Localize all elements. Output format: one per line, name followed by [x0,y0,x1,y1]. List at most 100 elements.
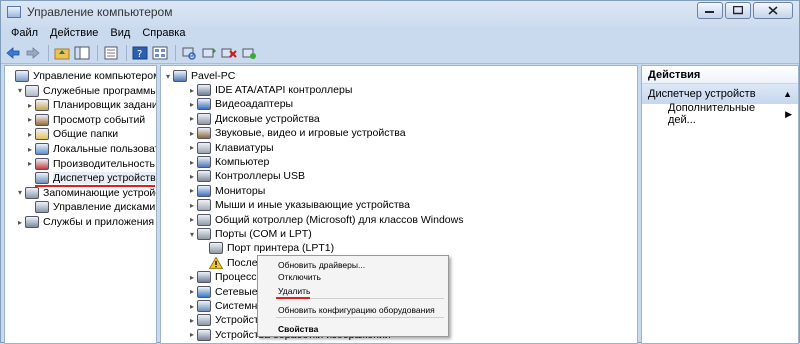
console-tree-item[interactable]: Управление дисками [25,200,155,214]
help-button[interactable]: ? [131,44,149,62]
close-button[interactable] [753,2,793,19]
device-tree-item[interactable]: ▸ Мыши и иные указывающие устройства [187,198,410,212]
device-tree-label: Общий котроллер (Microsoft) для классов … [215,213,464,226]
view-button[interactable] [151,44,169,62]
device-tree-item[interactable]: ▸ Контроллеры USB [187,169,305,183]
collapsed-arrow-icon[interactable]: ▸ [187,316,197,325]
actions-group-device-manager[interactable]: Диспетчер устройств ▲ [642,84,798,104]
device-tree-item[interactable]: ▸ Компьютер [187,155,269,169]
console-tree-item[interactable]: Диспетчер устройств [25,171,156,185]
device-tree-item[interactable]: Послед [199,256,264,270]
update-drivers-menu-item[interactable]: Обновить драйверы... [278,259,365,271]
collapsed-arrow-icon[interactable]: ▸ [187,86,197,95]
users-icon [35,143,49,155]
collapsed-arrow-icon[interactable]: ▸ [187,129,197,138]
uninstall-button[interactable] [220,44,238,62]
properties-menu-item[interactable]: Свойства [278,323,318,335]
device-tree-item[interactable]: ▸ Системн [187,299,257,313]
console-tree-item[interactable]: Управление компьютером (л [5,69,156,83]
collapsed-arrow-icon[interactable]: ▸ [187,158,197,167]
expanded-arrow-icon[interactable]: ▾ [187,230,197,239]
device-tree-item[interactable]: ▸ Звуковые, видео и игровые устройства [187,126,406,140]
collapse-icon[interactable]: ▲ [783,89,792,99]
collapsed-arrow-icon[interactable]: ▸ [187,114,197,123]
console-tree-label: Планировщик заданий [53,99,157,112]
collapsed-arrow-icon[interactable]: ▸ [187,186,197,195]
menu-help[interactable]: Справка [136,27,191,39]
actions-pane: Действия Диспетчер устройств ▲ Дополните… [641,65,799,344]
toolbar: ? [1,42,799,64]
menu-view[interactable]: Вид [104,27,136,39]
collapsed-arrow-icon[interactable]: ▸ [187,143,197,152]
console-tree-item[interactable]: ▸ Общие папки [25,127,118,141]
up-button[interactable] [53,44,71,62]
scan-hardware-button[interactable] [180,44,198,62]
console-tree-item[interactable]: ▸ Службы и приложения [15,215,154,229]
context-menu: Обновить драйверы... Отключить Удалить Обно… [257,255,449,337]
expanded-arrow-icon[interactable]: ▾ [15,86,25,95]
storage-icon [25,186,39,199]
actions-header: Действия [642,66,798,84]
back-button[interactable] [4,44,22,62]
scan-hardware-menu-item[interactable]: Обновить конфигурацию оборудования [278,304,435,316]
device-tree-item[interactable]: ▸ Видеоадаптеры [187,97,293,111]
update-driver-button[interactable] [200,44,218,62]
more-actions-item[interactable]: Дополнительные дей... ▶ [642,102,798,126]
device-tree-item[interactable]: ▸ Общий котроллер (Microsoft) для классов… [187,213,463,227]
collapsed-arrow-icon[interactable]: ▸ [187,100,197,109]
device-tree-root[interactable]: ▾ Pavel-PC [163,69,235,83]
collapsed-arrow-icon[interactable]: ▸ [187,330,197,339]
expanded-arrow-icon[interactable]: ▾ [163,72,173,81]
collapsed-arrow-icon[interactable]: ▸ [25,145,35,154]
disk-management-icon [35,201,49,214]
collapsed-arrow-icon[interactable]: ▸ [25,159,35,168]
device-tree-item[interactable]: ▸ Устройств [187,313,264,327]
collapsed-arrow-icon[interactable]: ▸ [187,172,197,181]
actions-group-label: Диспетчер устройств [648,88,756,100]
console-tree-icon [74,46,90,59]
console-tree-item[interactable]: ▸ Локальные пользовате [25,142,156,156]
processor-icon [197,271,211,284]
collapsed-arrow-icon[interactable]: ▸ [25,115,35,124]
computer-icon [197,156,211,168]
menu-file[interactable]: Файл [5,27,44,39]
device-tree-item[interactable]: ▸ IDE ATA/ATAPI контроллеры [187,83,352,97]
toolbar-separator [175,44,176,61]
collapsed-arrow-icon[interactable]: ▸ [187,273,197,282]
console-tree-item[interactable]: ▸ Планировщик заданий [25,98,157,112]
collapsed-arrow-icon[interactable]: ▸ [187,302,197,311]
console-tree-item[interactable]: ▸ Производительность [25,157,155,171]
uninstall-menu-item[interactable]: Удалить [278,285,310,297]
generic-controller-icon [197,213,211,226]
collapsed-arrow-icon[interactable]: ▸ [15,218,25,227]
device-tree-label: Звуковые, видео и игровые устройства [215,127,406,140]
device-tree-item[interactable]: ▸ Дисковые устройства [187,112,320,126]
device-tree-label: Видеоадаптеры [215,98,294,111]
device-tree-item[interactable]: ▸ Мониторы [187,184,265,198]
device-tree-item[interactable]: Порт принтера (LPT1) [199,241,334,255]
collapsed-arrow-icon[interactable]: ▸ [25,101,35,110]
show-console-tree-button[interactable] [73,44,91,62]
minimize-icon [705,10,714,13]
collapsed-arrow-icon[interactable]: ▸ [187,215,197,224]
keyboard-icon [197,141,211,154]
disable-menu-item[interactable]: Отключить [278,271,321,283]
device-tree-item[interactable]: ▾ Порты (COM и LPT) [187,227,312,241]
maximize-button[interactable] [725,2,751,19]
console-tree-item[interactable]: ▾ Служебные программы [15,84,156,98]
device-tree-item[interactable]: ▸ Клавиатуры [187,141,274,155]
console-tree-item[interactable]: ▸ Просмотр событий [25,113,145,127]
console-tree-label: Запоминающие устройст [43,186,157,199]
collapsed-arrow-icon[interactable]: ▸ [187,287,197,296]
properties-button[interactable] [102,44,120,62]
printer-port-icon [209,242,223,255]
forward-button[interactable] [24,44,42,62]
console-tree-item[interactable]: ▾ Запоминающие устройст [15,186,157,200]
collapsed-arrow-icon[interactable]: ▸ [187,201,197,210]
expanded-arrow-icon[interactable]: ▾ [15,188,25,197]
minimize-button[interactable] [697,2,723,19]
menu-action[interactable]: Действие [44,27,104,39]
enable-device-button[interactable] [240,44,258,62]
device-tree-item[interactable]: ▸ Сетевые а [187,285,266,299]
collapsed-arrow-icon[interactable]: ▸ [25,130,35,139]
